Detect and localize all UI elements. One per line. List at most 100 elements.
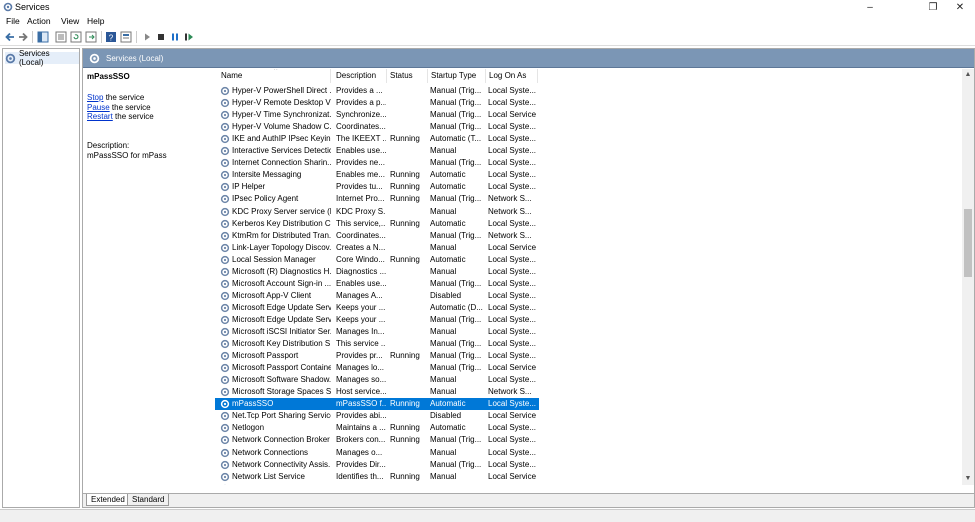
stop-service-link[interactable]: Stop [87, 93, 103, 102]
restart-action: Restart the service [87, 112, 154, 121]
service-gear-icon [220, 436, 230, 445]
table-row[interactable]: Network Location Awareness Collects an...… [215, 483, 539, 485]
start-service-icon[interactable] [141, 31, 153, 43]
table-row[interactable]: Microsoft Passport Container Manages lo..… [215, 362, 539, 374]
tab-standard[interactable]: Standard [127, 494, 170, 506]
cell-desc: This service,... [336, 218, 386, 228]
cell-status: Running [390, 483, 428, 485]
table-row[interactable]: Microsoft Key Distribution S... This serv… [215, 338, 539, 350]
console-tree-icon[interactable] [37, 31, 49, 43]
menu-file[interactable]: File [6, 16, 20, 26]
close-button[interactable]: ✕ [945, 0, 975, 15]
table-row[interactable]: Network Connectivity Assis... Provides Di… [215, 459, 539, 471]
restart-service-icon[interactable] [183, 31, 195, 43]
scroll-down-icon[interactable]: ▼ [962, 473, 974, 485]
column-header-log-on-as[interactable]: Log On As [486, 69, 538, 83]
table-row[interactable]: IP Helper Provides tu... Running Automatic L… [215, 181, 539, 193]
cell-startup: Manual (Trig... [430, 86, 482, 95]
scroll-thumb[interactable] [964, 209, 972, 277]
service-gear-icon [220, 460, 230, 469]
menu-view[interactable]: View [61, 16, 79, 26]
service-gear-icon [220, 231, 230, 240]
table-row[interactable]: Net.Tcp Port Sharing Service Provides abi… [215, 410, 539, 422]
cell-status [390, 459, 428, 471]
cell-logon: Local Syste... [488, 339, 537, 349]
table-row[interactable]: Microsoft Passport Provides pr... Running M… [215, 350, 539, 362]
table-row[interactable]: Intersite Messaging Enables me... Running A… [215, 169, 539, 181]
stop-service-icon[interactable] [155, 31, 167, 43]
column-header-name[interactable]: ^ Name [218, 69, 331, 83]
table-row[interactable]: Microsoft Account Sign-in ... Enables use… [215, 278, 539, 290]
cell-desc: Synchronize... [336, 110, 386, 120]
column-header-startup-type[interactable]: Startup Type [428, 69, 486, 83]
cell-logon: Local Service [488, 363, 537, 373]
table-row[interactable]: Microsoft Edge Update Serv... Keeps your … [215, 302, 539, 314]
cell-name: Microsoft App-V Client [232, 290, 312, 300]
table-row[interactable]: Internet Connection Sharin... Provides ne… [215, 157, 539, 169]
table-row[interactable]: Microsoft Software Shadow... Manages so..… [215, 374, 539, 386]
table-row[interactable]: Link-Layer Topology Discov... Creates a N… [215, 242, 539, 254]
table-row[interactable]: Microsoft iSCSI Initiator Ser... Manages … [215, 326, 539, 338]
menu-help[interactable]: Help [87, 16, 104, 26]
cell-logon: Local Syste... [488, 302, 537, 312]
back-arrow-icon[interactable] [4, 31, 16, 43]
table-row[interactable]: Microsoft Edge Update Serv... Keeps your … [215, 314, 539, 326]
vertical-scrollbar[interactable]: ▲ ▼ [962, 69, 974, 485]
cell-desc: Core Windo... [336, 254, 385, 264]
service-gear-icon [223, 484, 227, 485]
table-row[interactable]: Interactive Services Detection Enables us… [215, 145, 539, 157]
title-bar: Services – ❐ ✕ [0, 0, 975, 15]
service-gear-icon [220, 291, 230, 300]
service-gear-icon [220, 195, 230, 204]
cell-status: Running [390, 218, 420, 228]
table-row[interactable]: Kerberos Key Distribution C... This servi… [215, 218, 539, 230]
maximize-button[interactable]: ❐ [918, 0, 948, 15]
scroll-up-icon[interactable]: ▲ [962, 69, 974, 81]
cell-startup: Automatic [430, 399, 466, 409]
table-row[interactable]: Network Connections Manages o... Manual Loc… [215, 447, 539, 459]
table-row[interactable]: KtmRm for Distributed Tran... Coordinates… [215, 230, 539, 242]
service-gear-icon [220, 147, 230, 156]
table-row[interactable]: mPassSSO mPassSSO f... Running Automatic Loc… [215, 398, 539, 411]
forward-arrow-icon[interactable] [17, 31, 29, 43]
service-gear-icon [220, 472, 230, 481]
pause-service-link[interactable]: Pause [87, 103, 110, 112]
table-row[interactable]: Network Connection Broker Brokers con... R… [215, 434, 539, 446]
cell-startup: Manual [430, 327, 457, 336]
tab-extended[interactable]: Extended [86, 494, 130, 506]
table-row[interactable]: IKE and AuthIP IPsec Keying... The IKEEXT… [215, 133, 539, 145]
pause-service-icon[interactable] [169, 31, 181, 43]
cell-name: Netlogon [232, 423, 265, 433]
cell-desc: Brokers con... [336, 435, 386, 445]
table-row[interactable]: Microsoft (R) Diagnostics H... Diagnostic… [215, 266, 539, 278]
tree-item-services-local[interactable]: Services (Local) [5, 49, 79, 67]
table-row[interactable]: Hyper-V Remote Desktop Vi... Provides a p… [215, 97, 539, 109]
column-header-description[interactable]: Description [333, 69, 387, 83]
list-view-icon[interactable] [55, 31, 67, 43]
table-row[interactable]: Microsoft Storage Spaces S... Host servic… [215, 386, 539, 398]
table-row[interactable]: Hyper-V Time Synchronizat... Synchronize.… [215, 109, 539, 121]
refresh-icon[interactable] [70, 31, 82, 43]
table-row[interactable]: Hyper-V Volume Shadow C... Coordinates...… [215, 121, 539, 133]
properties-icon[interactable] [120, 31, 132, 43]
table-row[interactable]: KDC Proxy Server service (K... KDC Proxy … [215, 206, 539, 218]
menu-action[interactable]: Action [27, 16, 51, 26]
cell-name: Microsoft Passport Container [232, 363, 331, 373]
service-gear-icon [220, 400, 230, 409]
table-row[interactable]: Microsoft App-V Client Manages A... Disabl… [215, 290, 539, 302]
table-row[interactable]: Hyper-V PowerShell Direct ... Provides a … [215, 85, 539, 97]
cell-desc: mPassSSO f... [336, 399, 386, 409]
action-text: the service [103, 93, 145, 102]
toolbar: ? [0, 28, 975, 46]
table-row[interactable]: Network List Service Identifies th... Runn… [215, 471, 539, 483]
column-header-status[interactable]: Status [387, 69, 428, 83]
table-row[interactable]: Local Session Manager Core Windo... Runnin… [215, 254, 539, 266]
table-row[interactable]: Netlogon Maintains a ... Running Automatic L… [215, 422, 539, 434]
services-gear-icon [5, 53, 16, 63]
minimize-button[interactable]: – [855, 0, 885, 15]
export-list-icon[interactable] [85, 31, 97, 43]
restart-service-link[interactable]: Restart [87, 112, 113, 121]
cell-logon: Local Syste... [488, 423, 537, 433]
table-row[interactable]: IPsec Policy Agent Internet Pro... Running… [215, 193, 539, 205]
help-icon[interactable]: ? [105, 31, 117, 43]
